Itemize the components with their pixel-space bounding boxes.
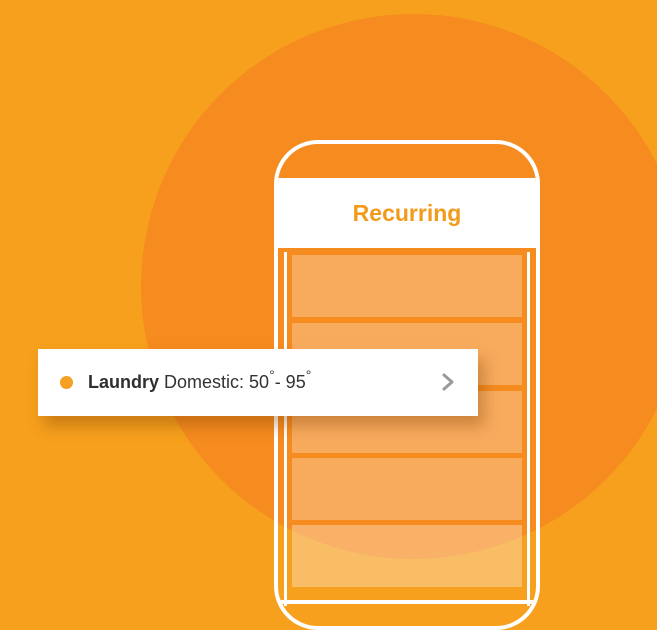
card-description: Domestic: 50 xyxy=(164,372,270,392)
degree-symbol: ° xyxy=(305,367,312,383)
phone-list xyxy=(284,252,530,606)
list-item[interactable] xyxy=(292,458,522,520)
list-item[interactable] xyxy=(292,255,522,317)
chevron-right-icon[interactable] xyxy=(438,372,458,392)
card-text: Laundry Domestic: 50°- 95° xyxy=(88,367,311,393)
phone-header: Recurring xyxy=(278,178,536,248)
phone-title: Recurring xyxy=(352,199,462,226)
card-range-end: - 95 xyxy=(274,372,306,392)
phone-bottom-bar xyxy=(278,600,536,604)
list-item[interactable] xyxy=(292,525,522,587)
card-name: Laundry xyxy=(88,372,160,392)
laundry-card[interactable]: Laundry Domestic: 50°- 95° xyxy=(38,349,478,416)
dot-icon xyxy=(60,376,73,389)
degree-symbol: ° xyxy=(269,367,275,383)
